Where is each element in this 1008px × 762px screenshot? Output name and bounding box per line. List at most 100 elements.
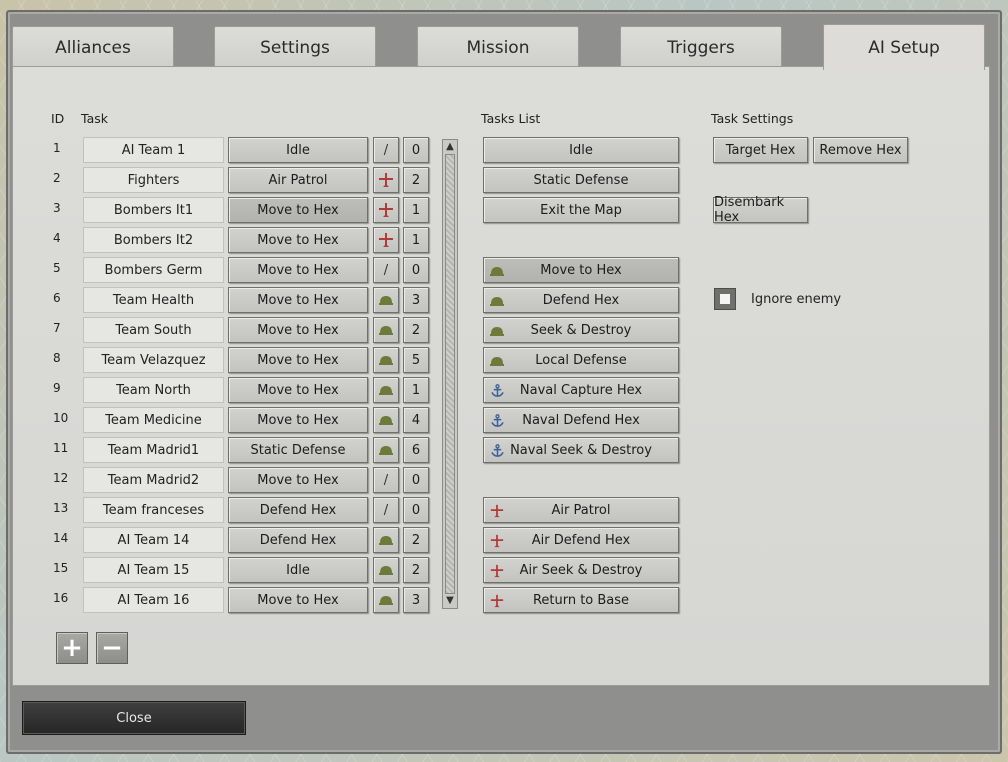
team-task-button[interactable]: Air Patrol bbox=[228, 167, 368, 193]
team-unit-count[interactable]: 6 bbox=[403, 437, 429, 463]
team-name-field[interactable]: AI Team 14 bbox=[83, 527, 224, 553]
team-list-scrollbar[interactable]: ▲ ▼ bbox=[442, 139, 458, 609]
scroll-up-icon[interactable]: ▲ bbox=[444, 141, 456, 153]
task-list-item[interactable]: Static Defense bbox=[483, 167, 679, 193]
task-list-item[interactable]: Naval Seek & Destroy bbox=[483, 437, 679, 463]
team-name-field[interactable]: Team Medicine bbox=[83, 407, 224, 433]
team-unit-count[interactable]: 3 bbox=[403, 587, 429, 613]
task-list-label: Naval Seek & Destroy bbox=[510, 442, 652, 458]
task-list-item[interactable]: Naval Capture Hex bbox=[483, 377, 679, 403]
remove-team-button[interactable]: − bbox=[96, 632, 128, 664]
team-unit-type-button[interactable] bbox=[373, 407, 399, 433]
add-team-button[interactable]: + bbox=[56, 632, 88, 664]
team-unit-count[interactable]: 0 bbox=[403, 497, 429, 523]
team-unit-type-button[interactable] bbox=[373, 587, 399, 613]
task-list-label: Return to Base bbox=[532, 592, 630, 608]
team-id: 3 bbox=[53, 201, 61, 215]
task-list-item[interactable]: Idle bbox=[483, 137, 679, 163]
team-task-button[interactable]: Defend Hex bbox=[228, 497, 368, 523]
team-name-field[interactable]: Team Health bbox=[83, 287, 224, 313]
team-unit-type-button[interactable]: / bbox=[373, 467, 399, 493]
team-unit-count[interactable]: 0 bbox=[403, 257, 429, 283]
tab-ai-setup[interactable]: AI Setup bbox=[823, 24, 985, 70]
team-unit-type-button[interactable] bbox=[373, 227, 399, 253]
team-name-field[interactable]: Team North bbox=[83, 377, 224, 403]
team-unit-type-button[interactable] bbox=[373, 437, 399, 463]
team-task-button[interactable]: Move to Hex bbox=[228, 197, 368, 223]
team-unit-type-button[interactable] bbox=[373, 347, 399, 373]
team-unit-type-button[interactable] bbox=[373, 167, 399, 193]
team-unit-count[interactable]: 0 bbox=[403, 467, 429, 493]
team-unit-type-button[interactable] bbox=[373, 287, 399, 313]
team-unit-type-button[interactable]: / bbox=[373, 257, 399, 283]
scroll-thumb[interactable] bbox=[445, 154, 455, 594]
team-name-field[interactable]: AI Team 1 bbox=[83, 137, 224, 163]
close-button[interactable]: Close bbox=[22, 701, 246, 735]
team-unit-count[interactable]: 0 bbox=[403, 137, 429, 163]
task-list-label: Seek & Destroy bbox=[530, 322, 632, 338]
team-task-button[interactable]: Idle bbox=[228, 137, 368, 163]
team-unit-count[interactable]: 1 bbox=[403, 227, 429, 253]
scroll-down-icon[interactable]: ▼ bbox=[444, 595, 456, 607]
disembark-hex-button[interactable]: Disembark Hex bbox=[713, 195, 808, 225]
team-unit-type-button[interactable] bbox=[373, 377, 399, 403]
team-task-button[interactable]: Defend Hex bbox=[228, 527, 368, 553]
team-unit-count[interactable]: 4 bbox=[403, 407, 429, 433]
team-name-field[interactable]: Bombers Germ bbox=[83, 257, 224, 283]
team-task-button[interactable]: Idle bbox=[228, 557, 368, 583]
team-row: 13 Team franceses Defend Hex / 0 bbox=[13, 497, 443, 523]
task-list-item[interactable]: Local Defense bbox=[483, 347, 679, 373]
team-task-button[interactable]: Move to Hex bbox=[228, 347, 368, 373]
task-list-item[interactable]: Defend Hex bbox=[483, 287, 679, 313]
team-name-field[interactable]: Bombers It1 bbox=[83, 197, 224, 223]
team-unit-count[interactable]: 2 bbox=[403, 167, 429, 193]
task-list-item[interactable]: Seek & Destroy bbox=[483, 317, 679, 343]
task-list-item[interactable]: Move to Hex bbox=[483, 257, 679, 283]
team-name-field[interactable]: Team Velazquez bbox=[83, 347, 224, 373]
team-task-button[interactable]: Move to Hex bbox=[228, 287, 368, 313]
team-name-field[interactable]: AI Team 15 bbox=[83, 557, 224, 583]
team-unit-count[interactable]: 5 bbox=[403, 347, 429, 373]
ignore-enemy-checkbox[interactable] bbox=[714, 288, 736, 310]
team-unit-type-button[interactable] bbox=[373, 197, 399, 223]
team-task-button[interactable]: Move to Hex bbox=[228, 317, 368, 343]
team-name-field[interactable]: Team franceses bbox=[83, 497, 224, 523]
team-name-field[interactable]: Fighters bbox=[83, 167, 224, 193]
team-name-field[interactable]: AI Team 16 bbox=[83, 587, 224, 613]
team-task-button[interactable]: Static Defense bbox=[228, 437, 368, 463]
team-task-button[interactable]: Move to Hex bbox=[228, 377, 368, 403]
task-list-item[interactable]: Air Defend Hex bbox=[483, 527, 679, 553]
remove-hex-button[interactable]: Remove Hex bbox=[813, 137, 908, 163]
team-unit-type-button[interactable] bbox=[373, 317, 399, 343]
tab-mission[interactable]: Mission bbox=[417, 26, 579, 68]
team-name-field[interactable]: Team Madrid1 bbox=[83, 437, 224, 463]
team-unit-type-button[interactable]: / bbox=[373, 497, 399, 523]
task-list-item[interactable]: Exit the Map bbox=[483, 197, 679, 223]
target-hex-button[interactable]: Target Hex bbox=[713, 137, 808, 163]
tab-triggers[interactable]: Triggers bbox=[620, 26, 782, 68]
task-list-item[interactable]: Naval Defend Hex bbox=[483, 407, 679, 433]
team-unit-type-button[interactable]: / bbox=[373, 137, 399, 163]
team-unit-type-button[interactable] bbox=[373, 527, 399, 553]
team-unit-count[interactable]: 1 bbox=[403, 377, 429, 403]
task-list-item[interactable]: Air Patrol bbox=[483, 497, 679, 523]
task-list-item[interactable]: Air Seek & Destroy bbox=[483, 557, 679, 583]
tab-alliances[interactable]: Alliances bbox=[12, 26, 174, 68]
task-list-item[interactable]: Return to Base bbox=[483, 587, 679, 613]
team-unit-count[interactable]: 2 bbox=[403, 527, 429, 553]
team-name-field[interactable]: Bombers It2 bbox=[83, 227, 224, 253]
tab-settings[interactable]: Settings bbox=[214, 26, 376, 68]
team-unit-count[interactable]: 2 bbox=[403, 317, 429, 343]
team-unit-count[interactable]: 3 bbox=[403, 287, 429, 313]
team-unit-count[interactable]: 2 bbox=[403, 557, 429, 583]
team-task-button[interactable]: Move to Hex bbox=[228, 257, 368, 283]
team-task-button[interactable]: Move to Hex bbox=[228, 467, 368, 493]
team-task-button[interactable]: Move to Hex bbox=[228, 587, 368, 613]
team-task-button[interactable]: Move to Hex bbox=[228, 227, 368, 253]
team-unit-count[interactable]: 1 bbox=[403, 197, 429, 223]
team-row: 11 Team Madrid1 Static Defense 6 bbox=[13, 437, 443, 463]
team-name-field[interactable]: Team Madrid2 bbox=[83, 467, 224, 493]
team-name-field[interactable]: Team South bbox=[83, 317, 224, 343]
team-unit-type-button[interactable] bbox=[373, 557, 399, 583]
team-task-button[interactable]: Move to Hex bbox=[228, 407, 368, 433]
